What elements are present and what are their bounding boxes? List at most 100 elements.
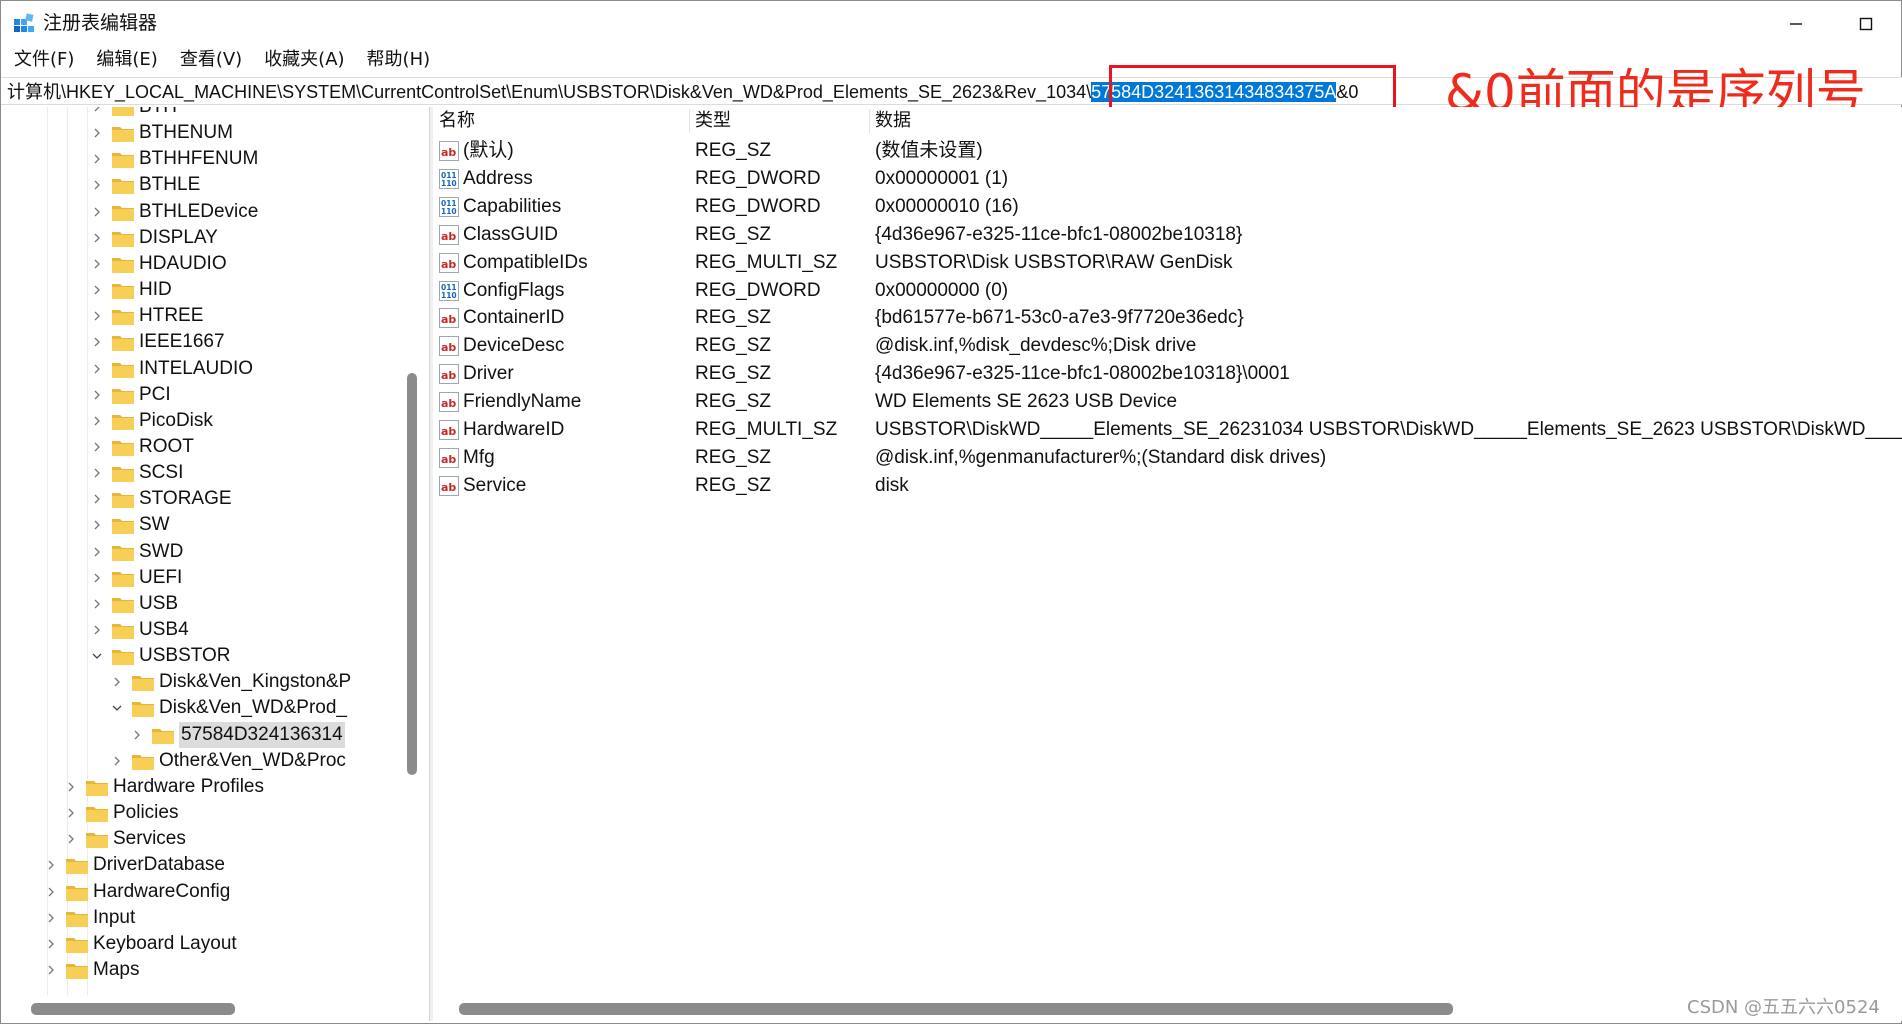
tree-item[interactable]: BTH bbox=[89, 107, 177, 120]
tree-item[interactable]: SW bbox=[89, 512, 170, 538]
value-row[interactable]: ab Service REG_SZ disk bbox=[433, 472, 1902, 500]
chevron-right-icon[interactable] bbox=[43, 905, 59, 931]
value-name: HardwareID bbox=[463, 419, 565, 440]
chevron-right-icon[interactable] bbox=[89, 460, 105, 486]
chevron-right-icon[interactable] bbox=[89, 356, 105, 382]
value-list-pane[interactable]: 名称 类型 数据 ab (默认) REG_SZ (数值未设置) 011 110 Addres… bbox=[433, 107, 1902, 1021]
column-divider[interactable] bbox=[869, 109, 870, 133]
chevron-right-icon[interactable] bbox=[89, 565, 105, 591]
chevron-right-icon[interactable] bbox=[89, 591, 105, 617]
chevron-right-icon[interactable] bbox=[89, 434, 105, 460]
chevron-right-icon[interactable] bbox=[43, 879, 59, 905]
tree-item[interactable]: HTREE bbox=[89, 303, 203, 329]
tree-item[interactable]: Keyboard Layout bbox=[43, 931, 237, 957]
tree-item[interactable]: USB4 bbox=[89, 617, 189, 643]
tree-item[interactable]: Policies bbox=[63, 800, 178, 826]
tree-item[interactable]: SCSI bbox=[89, 460, 183, 486]
column-header-type[interactable]: 类型 bbox=[695, 109, 731, 133]
chevron-right-icon[interactable] bbox=[89, 251, 105, 277]
tree-item[interactable]: BTHENUM bbox=[89, 120, 233, 146]
menu-help[interactable]: 帮助(H) bbox=[360, 47, 438, 73]
chevron-right-icon[interactable] bbox=[63, 800, 79, 826]
chevron-right-icon[interactable] bbox=[89, 382, 105, 408]
column-header-data[interactable]: 数据 bbox=[875, 109, 911, 133]
value-row[interactable]: 011 110 ConfigFlags REG_DWORD 0x00000000 (0) bbox=[433, 277, 1902, 305]
chevron-right-icon[interactable] bbox=[89, 120, 105, 146]
tree-item[interactable]: Disk&Ven_WD&Prod_ bbox=[109, 695, 347, 721]
chevron-right-icon[interactable] bbox=[63, 774, 79, 800]
tree-item[interactable]: IEEE1667 bbox=[89, 329, 225, 355]
tree-item[interactable]: SWD bbox=[89, 539, 183, 565]
tree-horizontal-scrollbar-thumb[interactable] bbox=[31, 1003, 235, 1015]
tree-vertical-scrollbar-thumb[interactable] bbox=[407, 373, 417, 775]
chevron-right-icon[interactable] bbox=[63, 826, 79, 852]
tree-item[interactable]: Input bbox=[43, 905, 135, 931]
tree-item[interactable]: DISPLAY bbox=[89, 225, 218, 251]
column-divider[interactable] bbox=[689, 109, 690, 133]
value-row[interactable]: ab Mfg REG_SZ @disk.inf,%genmanufacturer%;(… bbox=[433, 444, 1902, 472]
chevron-right-icon[interactable] bbox=[89, 617, 105, 643]
value-row[interactable]: 011 110 Address REG_DWORD 0x00000001 (1) bbox=[433, 165, 1902, 193]
tree-item[interactable]: USB bbox=[89, 591, 178, 617]
key-tree-pane[interactable]: BTH BTHENUM BTHHFENUM BTHLE BTHLEDevice DISPL… bbox=[3, 107, 427, 1021]
value-row[interactable]: ab DeviceDesc REG_SZ @disk.inf,%disk_devdes… bbox=[433, 332, 1902, 360]
value-row[interactable]: ab Driver REG_SZ {4d36e967-e325-11ce-bfc1-0… bbox=[433, 360, 1902, 388]
chevron-right-icon[interactable] bbox=[43, 852, 59, 878]
value-row[interactable]: ab HardwareID REG_MULTI_SZ USBSTOR\DiskWD__… bbox=[433, 416, 1902, 444]
menu-view[interactable]: 查看(V) bbox=[173, 47, 249, 73]
value-row[interactable]: ab ContainerID REG_SZ {bd61577e-b671-53c0-a… bbox=[433, 304, 1902, 332]
minimize-button[interactable] bbox=[1761, 1, 1831, 47]
chevron-right-icon[interactable] bbox=[89, 486, 105, 512]
menu-edit[interactable]: 编辑(E) bbox=[89, 47, 164, 73]
tree-item[interactable]: INTELAUDIO bbox=[89, 356, 253, 382]
chevron-right-icon[interactable] bbox=[89, 146, 105, 172]
tree-item[interactable]: DriverDatabase bbox=[43, 852, 225, 878]
chevron-right-icon[interactable] bbox=[89, 512, 105, 538]
value-row[interactable]: 011 110 Capabilities REG_DWORD 0x00000010 (1… bbox=[433, 193, 1902, 221]
chevron-down-icon[interactable] bbox=[89, 643, 105, 669]
string-value-icon: ab bbox=[439, 420, 459, 440]
maximize-button[interactable] bbox=[1831, 1, 1901, 47]
value-row[interactable]: ab FriendlyName REG_SZ WD Elements SE 2623 … bbox=[433, 388, 1902, 416]
tree-item[interactable]: UEFI bbox=[89, 565, 182, 591]
tree-item[interactable]: ROOT bbox=[89, 434, 194, 460]
tree-item[interactable]: PCI bbox=[89, 382, 171, 408]
chevron-right-icon[interactable] bbox=[89, 277, 105, 303]
chevron-right-icon[interactable] bbox=[43, 957, 59, 983]
tree-item[interactable]: Maps bbox=[43, 957, 139, 983]
tree-item[interactable]: BTHHFENUM bbox=[89, 146, 258, 172]
tree-item[interactable]: Hardware Profiles bbox=[63, 774, 264, 800]
tree-item[interactable]: Other&Ven_WD&Proc bbox=[109, 748, 346, 774]
chevron-right-icon[interactable] bbox=[89, 172, 105, 198]
tree-item[interactable]: STORAGE bbox=[89, 486, 232, 512]
list-horizontal-scrollbar-thumb[interactable] bbox=[459, 1003, 1453, 1015]
chevron-right-icon[interactable] bbox=[89, 539, 105, 565]
tree-item[interactable]: BTHLEDevice bbox=[89, 199, 258, 225]
chevron-right-icon[interactable] bbox=[43, 931, 59, 957]
menu-file[interactable]: 文件(F) bbox=[7, 47, 81, 73]
tree-item[interactable]: Disk&Ven_Kingston&P bbox=[109, 669, 351, 695]
tree-item[interactable]: USBSTOR bbox=[89, 643, 231, 669]
chevron-down-icon[interactable] bbox=[109, 695, 125, 721]
chevron-right-icon[interactable] bbox=[89, 408, 105, 434]
chevron-right-icon[interactable] bbox=[109, 748, 125, 774]
tree-item[interactable]: PicoDisk bbox=[89, 408, 213, 434]
chevron-right-icon[interactable] bbox=[89, 303, 105, 329]
value-row[interactable]: ab (默认) REG_SZ (数值未设置) bbox=[433, 137, 1902, 165]
tree-item[interactable]: 57584D324136314 bbox=[129, 721, 345, 748]
menu-favorites[interactable]: 收藏夹(A) bbox=[257, 47, 351, 73]
tree-item[interactable]: Services bbox=[63, 826, 186, 852]
tree-item[interactable]: BTHLE bbox=[89, 172, 200, 198]
tree-item[interactable]: HID bbox=[89, 277, 172, 303]
chevron-right-icon[interactable] bbox=[109, 669, 125, 695]
column-header-name[interactable]: 名称 bbox=[439, 109, 475, 133]
chevron-right-icon[interactable] bbox=[89, 225, 105, 251]
value-row[interactable]: ab CompatibleIDs REG_MULTI_SZ USBSTOR\Disk … bbox=[433, 249, 1902, 277]
chevron-right-icon[interactable] bbox=[89, 199, 105, 225]
value-row[interactable]: ab ClassGUID REG_SZ {4d36e967-e325-11ce-bfc… bbox=[433, 221, 1902, 249]
chevron-right-icon[interactable] bbox=[89, 329, 105, 355]
chevron-right-icon[interactable] bbox=[89, 107, 105, 120]
chevron-right-icon[interactable] bbox=[129, 722, 145, 748]
tree-item[interactable]: HardwareConfig bbox=[43, 879, 230, 905]
tree-item[interactable]: HDAUDIO bbox=[89, 251, 227, 277]
